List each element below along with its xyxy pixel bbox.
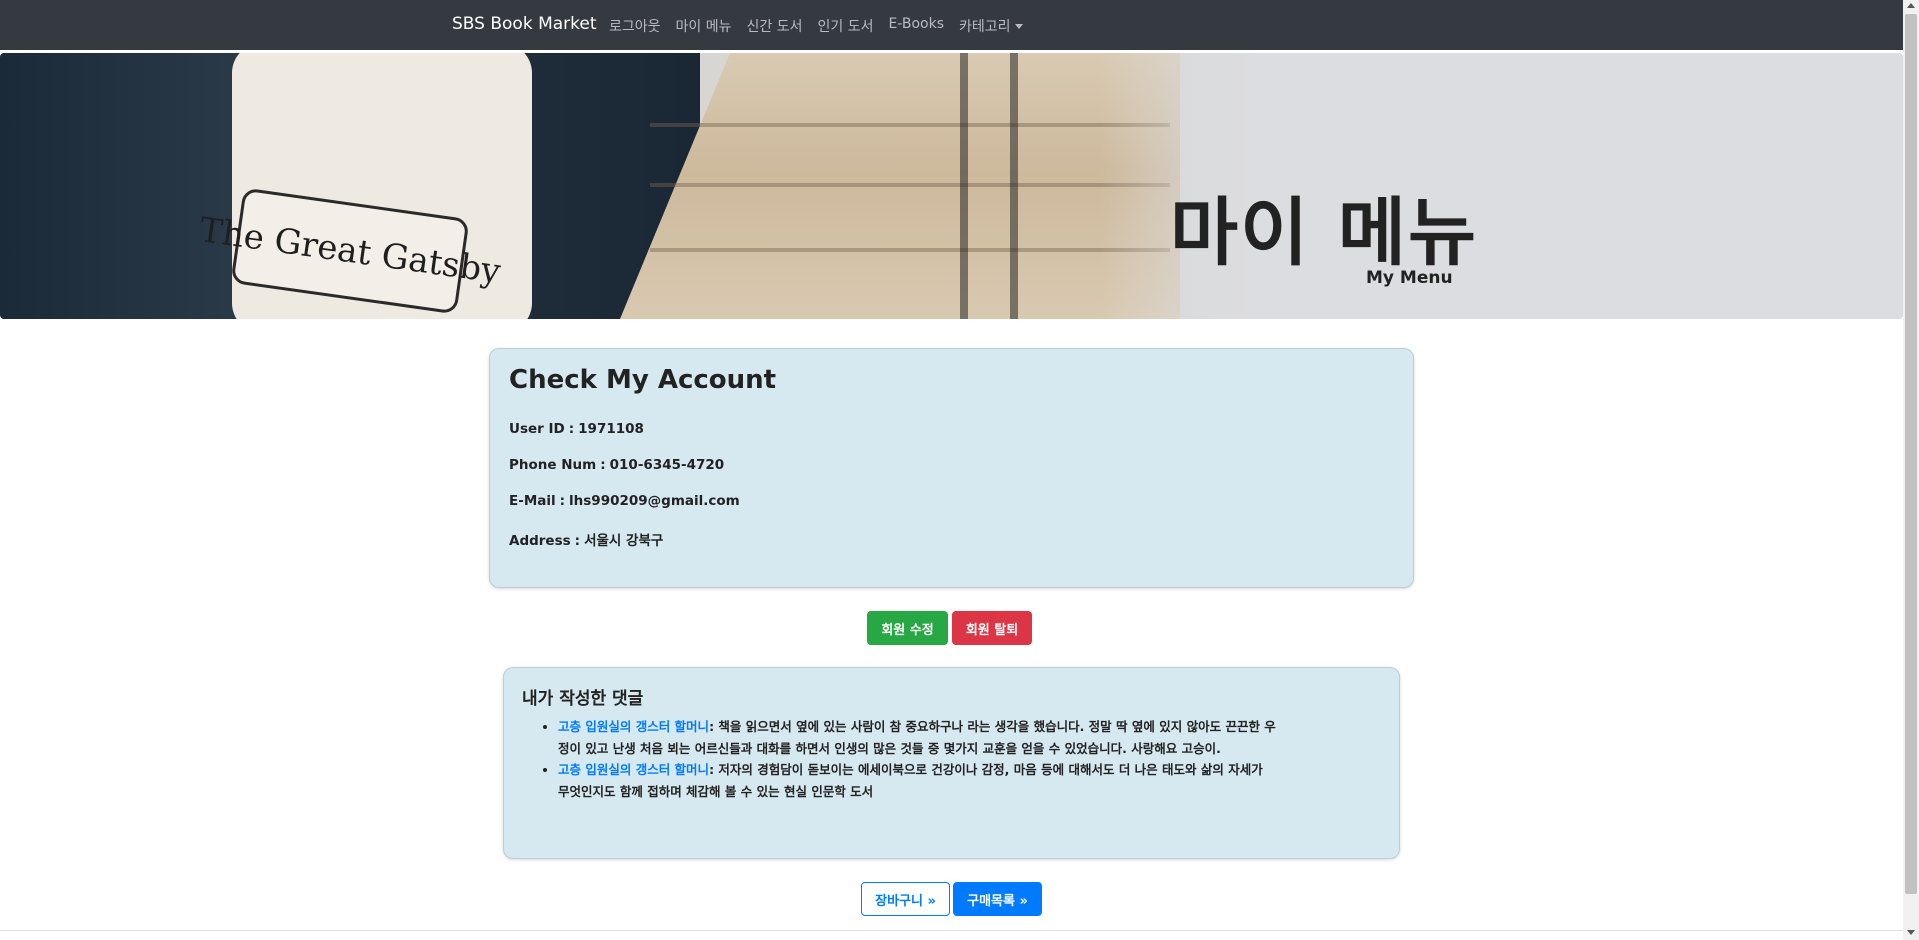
page: SBS Book Market 로그아웃 마이 메뉴 신간 도서 인기 도서 E… [0,0,1919,940]
account-card: Check My Account User ID:1971108 Phone N… [489,348,1414,588]
scroll-up-arrow-icon[interactable] [1907,3,1915,8]
nav-ebooks[interactable]: E-Books [888,16,944,36]
separator: : [574,533,581,549]
nav-category-label: 카테고리 [959,19,1011,35]
comment-list: 고층 입원실의 갱스터 할머니: 책을 읽으면서 옆에 있는 사람이 참 중요하… [558,716,1278,802]
towel-fold [650,123,1170,127]
account-title: Check My Account [509,365,777,395]
page-subtitle: My Menu [1366,268,1453,288]
nav-new-books[interactable]: 신간 도서 [747,16,803,36]
scrollbar-thumb[interactable] [1905,14,1917,894]
gatsby-label-text: The Great Gatsby [197,210,503,292]
separator: : [559,493,566,509]
phone-row: Phone Num:010-6345-4720 [509,457,724,473]
separator: : [568,421,575,437]
address-label: Address [509,533,571,549]
comments-title: 내가 작성한 댓글 [522,689,644,709]
comment-item: 고층 입원실의 갱스터 할머니: 책을 읽으면서 옆에 있는 사람이 참 중요하… [558,716,1278,759]
top-navbar: SBS Book Market 로그아웃 마이 메뉴 신간 도서 인기 도서 E… [0,0,1903,50]
nav-category-dropdown[interactable]: 카테고리 [959,16,1023,36]
page-title: 마이 메뉴 [1170,190,1479,276]
comment-book-link[interactable]: 고층 입원실의 갱스터 할머니 [558,719,709,734]
order-history-button[interactable]: 구매목록 » [953,882,1042,916]
comments-card: 내가 작성한 댓글 고층 입원실의 갱스터 할머니: 책을 읽으면서 옆에 있는… [503,667,1400,859]
address-row: Address: 서울시 강북구 [509,529,663,549]
cart-button[interactable]: 장바구니 » [861,882,950,916]
separator: : [600,457,606,473]
towel-stripe [1010,53,1018,319]
phone-value: 010-6345-4720 [609,457,725,473]
nav-popular-books[interactable]: 인기 도서 [818,16,874,36]
edit-member-button[interactable]: 회원 수정 [867,611,948,645]
towel-fold [650,183,1170,187]
user-id-row: User ID:1971108 [509,421,644,437]
user-id-value: 1971108 [578,421,644,437]
email-label: E-Mail [509,493,556,509]
towel-stripe [960,53,968,319]
caret-down-icon [1014,24,1023,29]
phone-label: Phone Num [509,457,597,473]
email-row: E-Mail: lhs990209@gmail.com [509,493,740,509]
nav-my-menu[interactable]: 마이 메뉴 [676,16,732,36]
user-id-label: User ID [509,421,565,437]
email-value: lhs990209@gmail.com [569,493,740,509]
delete-member-button[interactable]: 회원 탈퇴 [952,611,1032,645]
comment-item: 고층 입원실의 갱스터 할머니: 저자의 경험담이 돋보이는 에세이북으로 건강… [558,759,1278,802]
nav-logout[interactable]: 로그아웃 [609,16,661,36]
comment-book-link[interactable]: 고층 입원실의 갱스터 할머니 [558,762,709,777]
address-value: 서울시 강북구 [584,533,664,549]
towel-fold [650,248,1170,252]
scroll-down-arrow-icon[interactable] [1907,930,1915,935]
hero-banner: The Great Gatsby 마이 메뉴 My Menu [0,53,1903,319]
footer-divider [0,930,1903,931]
brand-link[interactable]: SBS Book Market [452,14,597,34]
nav-links: 로그아웃 마이 메뉴 신간 도서 인기 도서 E-Books 카테고리 [609,16,1023,36]
